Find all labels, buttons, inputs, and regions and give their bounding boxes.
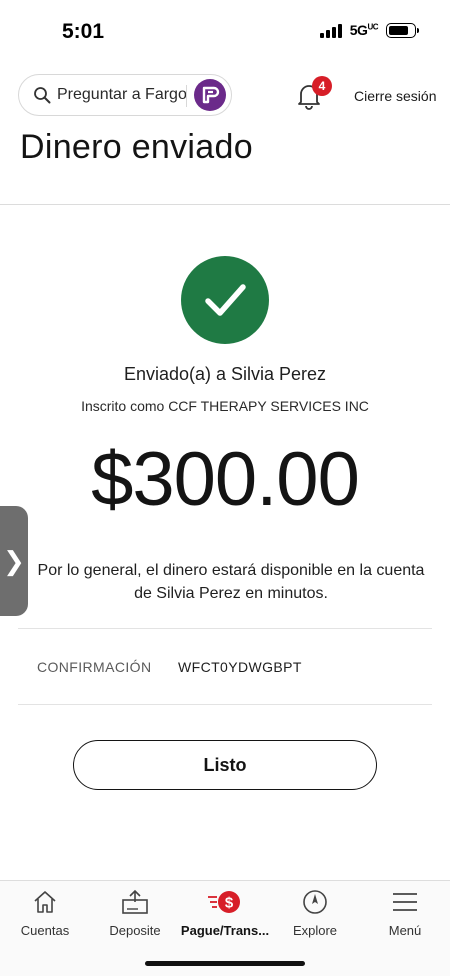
fargo-search-bar[interactable]: Preguntar a Fargo: [18, 74, 232, 116]
side-panel-handle[interactable]: ❯: [0, 506, 28, 616]
page-title: Dinero enviado: [20, 128, 253, 166]
amount-sent: $300.00: [91, 437, 360, 522]
confirmation-top-divider: [18, 628, 432, 629]
search-icon: [31, 84, 53, 106]
nav-label: Deposite: [109, 923, 161, 938]
status-indicators: 5GUC: [319, 22, 419, 38]
compass-icon: [270, 887, 360, 917]
confirmation-number: WFCT0YDWGBPT: [178, 659, 302, 675]
notification-count-badge: 4: [312, 76, 332, 96]
chevron-right-icon: ❯: [3, 545, 25, 576]
nav-item-cuentas[interactable]: Cuentas: [0, 887, 90, 938]
nav-item-menu[interactable]: Menú: [360, 887, 450, 938]
enrolled-as-line: Inscrito como CCF THERAPY SERVICES INC: [81, 398, 369, 414]
battery-icon: [386, 22, 419, 38]
nav-label: Pague/Trans...: [180, 923, 270, 938]
search-input[interactable]: Preguntar a Fargo: [57, 86, 187, 104]
status-time: 5:01: [62, 20, 105, 43]
home-indicator[interactable]: [145, 961, 305, 966]
success-check-icon: [181, 256, 269, 344]
done-button[interactable]: Listo: [73, 740, 377, 790]
signout-link[interactable]: Cierre sesión: [354, 88, 436, 104]
hamburger-menu-icon: [360, 887, 450, 917]
nav-item-explore[interactable]: Explore: [270, 887, 360, 938]
nav-label: Cuentas: [20, 923, 70, 938]
nav-label: Menú: [388, 923, 422, 938]
availability-note-line1: Por lo general, el dinero estará disponi…: [37, 562, 425, 579]
nav-item-deposite[interactable]: Deposite: [90, 887, 180, 938]
home-icon: [0, 887, 90, 917]
pay-transfer-icon: $: [180, 887, 270, 917]
network-indicator: 5GUC: [349, 22, 379, 38]
confirmation-label: CONFIRMACIÓN: [37, 659, 152, 675]
status-bar: 5:01 5GUC: [0, 0, 450, 64]
availability-note-line2: de Silvia Perez en minutos.: [134, 585, 328, 602]
svg-text:$: $: [225, 895, 234, 912]
deposit-icon: [90, 887, 180, 917]
availability-note: Por lo general, el dinero estará disponi…: [16, 559, 446, 605]
nav-label: Explore: [292, 923, 338, 938]
fargo-assistant-icon[interactable]: [194, 79, 226, 111]
nav-item-pague-transfiera[interactable]: $ Pague/Trans...: [180, 887, 270, 938]
recipient-line: Enviado(a) a Silvia Perez: [123, 364, 327, 384]
confirmation-bottom-divider: [18, 704, 432, 705]
search-divider: [186, 85, 187, 107]
title-divider: [0, 204, 450, 205]
signal-icon: [319, 23, 342, 38]
